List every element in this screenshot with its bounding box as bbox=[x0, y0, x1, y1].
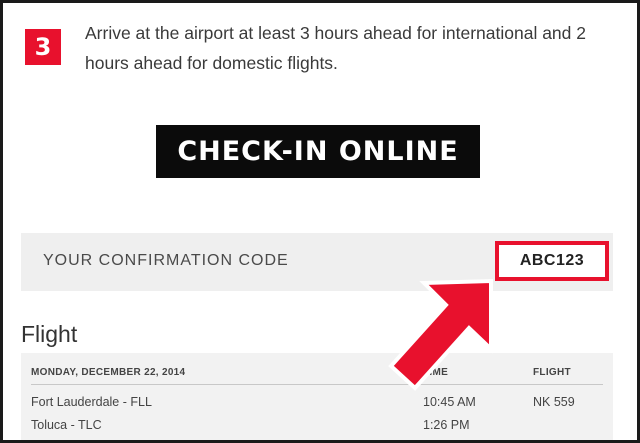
flight-details-panel: MONDAY, DECEMBER 22, 2014 TIME FLIGHT Fo… bbox=[21, 353, 613, 440]
step-number-badge: 3 bbox=[25, 29, 61, 65]
flight-date-header: MONDAY, DECEMBER 22, 2014 bbox=[31, 367, 186, 378]
confirmation-code: ABC123 bbox=[519, 252, 585, 269]
flight-table-header: MONDAY, DECEMBER 22, 2014 TIME FLIGHT bbox=[31, 367, 603, 385]
time-column-header: TIME bbox=[423, 367, 449, 378]
step-instruction-text: Arrive at the airport at least 3 hours a… bbox=[85, 23, 586, 73]
flight-section-title: Flight bbox=[21, 321, 78, 347]
flight-row: Fort Lauderdale - FLL 10:45 AM NK 559 bbox=[31, 395, 603, 413]
flight-row: Toluca - TLC 1:26 PM bbox=[31, 418, 603, 436]
flight-row-place: Toluca - TLC bbox=[31, 418, 102, 432]
flight-row-place: Fort Lauderdale - FLL bbox=[31, 395, 152, 409]
flight-row-number: NK 559 bbox=[533, 395, 575, 409]
flight-row-time: 1:26 PM bbox=[423, 418, 470, 432]
confirmation-bar: YOUR CONFIRMATION CODE ABC123 bbox=[21, 233, 613, 291]
flight-column-header: FLIGHT bbox=[533, 367, 571, 378]
confirmation-label: YOUR CONFIRMATION CODE bbox=[43, 252, 289, 269]
flight-row-time: 10:45 AM bbox=[423, 395, 476, 409]
check-in-online-button[interactable]: CHECK-IN ONLINE bbox=[156, 125, 480, 178]
confirmation-code-highlight: ABC123 bbox=[495, 241, 609, 281]
page-frame: 3 Arrive at the airport at least 3 hours… bbox=[0, 0, 640, 443]
